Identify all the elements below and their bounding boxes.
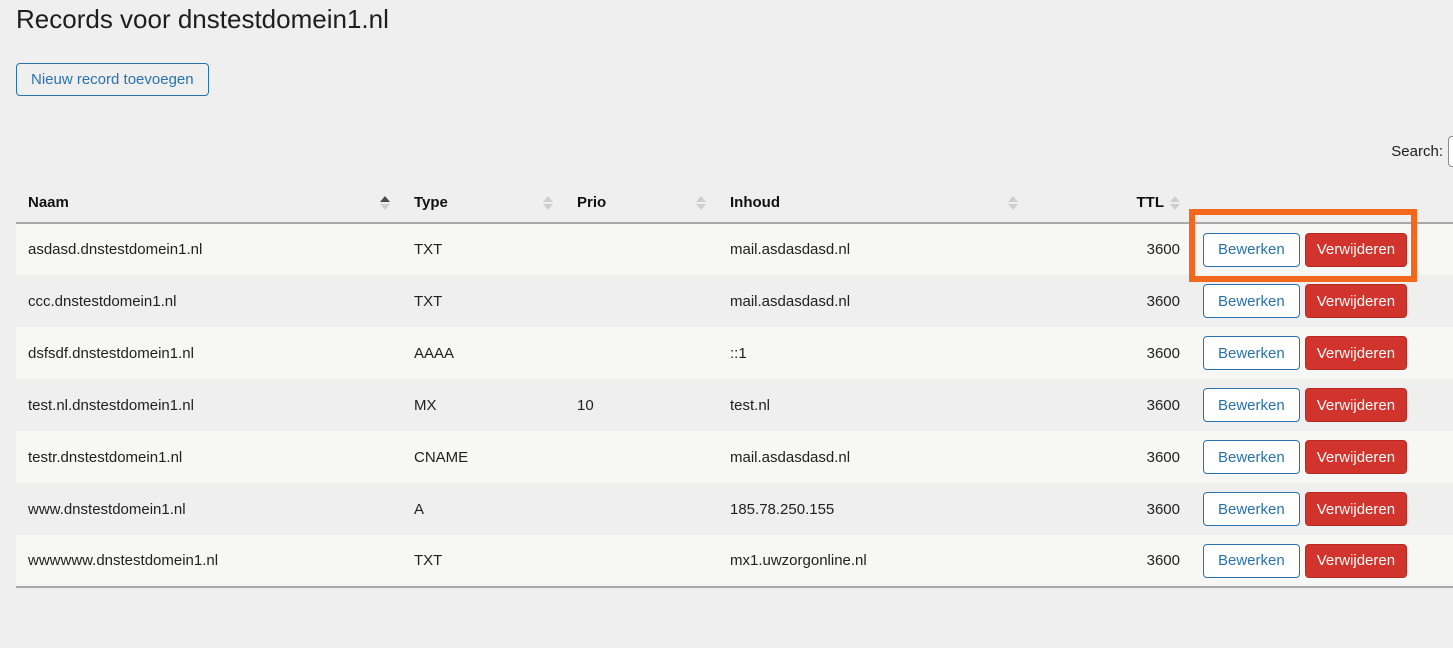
edit-button[interactable]: Bewerken bbox=[1203, 544, 1300, 578]
edit-button[interactable]: Bewerken bbox=[1203, 336, 1300, 370]
cell-ttl: 3600 bbox=[1030, 379, 1185, 431]
cell-inhoud: mail.asdasdasd.nl bbox=[718, 431, 1030, 483]
edit-button[interactable]: Bewerken bbox=[1203, 492, 1300, 526]
delete-button[interactable]: Verwijderen bbox=[1305, 544, 1407, 578]
page-title: Records voor dnstestdomein1.nl bbox=[16, 4, 389, 35]
cell-inhoud: test.nl bbox=[718, 379, 1030, 431]
table-row: test.nl.dnstestdomein1.nlMX10test.nl3600… bbox=[16, 379, 1453, 431]
cell-ttl: 3600 bbox=[1030, 431, 1185, 483]
column-label-type: Type bbox=[414, 194, 448, 211]
column-header-prio[interactable]: Prio bbox=[565, 183, 718, 223]
cell-prio bbox=[565, 535, 718, 587]
cell-actions: BewerkenVerwijderen bbox=[1185, 223, 1453, 275]
edit-button[interactable]: Bewerken bbox=[1203, 440, 1300, 474]
cell-actions: BewerkenVerwijderen bbox=[1185, 535, 1453, 587]
column-header-type[interactable]: Type bbox=[402, 183, 565, 223]
sort-icon bbox=[696, 196, 706, 210]
cell-naam: wwwwww.dnstestdomein1.nl bbox=[16, 535, 402, 587]
edit-button[interactable]: Bewerken bbox=[1203, 233, 1300, 267]
search-label: Search: bbox=[1386, 143, 1443, 160]
cell-actions: BewerkenVerwijderen bbox=[1185, 483, 1453, 535]
table-row: dsfsdf.dnstestdomein1.nlAAAA::13600Bewer… bbox=[16, 327, 1453, 379]
column-header-naam[interactable]: Naam bbox=[16, 183, 402, 223]
edit-button[interactable]: Bewerken bbox=[1203, 388, 1300, 422]
delete-button[interactable]: Verwijderen bbox=[1305, 233, 1407, 267]
cell-inhoud: mx1.uwzorgonline.nl bbox=[718, 535, 1030, 587]
cell-naam: ccc.dnstestdomein1.nl bbox=[16, 275, 402, 327]
table-row: ccc.dnstestdomein1.nlTXT mail.asdasdasd.n… bbox=[16, 275, 1453, 327]
cell-naam: asdasd.dnstestdomein1.nl bbox=[16, 223, 402, 275]
search-input[interactable] bbox=[1448, 136, 1453, 167]
cell-inhoud: 185.78.250.155 bbox=[718, 483, 1030, 535]
edit-button[interactable]: Bewerken bbox=[1203, 284, 1300, 318]
delete-button[interactable]: Verwijderen bbox=[1305, 284, 1407, 318]
cell-type: TXT bbox=[402, 535, 565, 587]
cell-ttl: 3600 bbox=[1030, 535, 1185, 587]
cell-ttl: 3600 bbox=[1030, 275, 1185, 327]
sort-icon bbox=[1170, 196, 1180, 210]
cell-actions: BewerkenVerwijderen bbox=[1185, 327, 1453, 379]
table-row: www.dnstestdomein1.nlA 185.78.250.1553600… bbox=[16, 483, 1453, 535]
cell-prio bbox=[565, 223, 718, 275]
cell-prio: 10 bbox=[565, 379, 718, 431]
cell-ttl: 3600 bbox=[1030, 483, 1185, 535]
cell-naam: testr.dnstestdomein1.nl bbox=[16, 431, 402, 483]
table-row: testr.dnstestdomein1.nlCNAME mail.asdasda… bbox=[16, 431, 1453, 483]
delete-button[interactable]: Verwijderen bbox=[1305, 440, 1407, 474]
table-row: wwwwww.dnstestdomein1.nlTXT mx1.uwzorgonl… bbox=[16, 535, 1453, 587]
cell-inhoud: mail.asdasdasd.nl bbox=[718, 223, 1030, 275]
sort-icon bbox=[543, 196, 553, 210]
delete-button[interactable]: Verwijderen bbox=[1305, 492, 1407, 526]
sort-icon bbox=[380, 196, 390, 210]
cell-type: TXT bbox=[402, 275, 565, 327]
cell-prio bbox=[565, 431, 718, 483]
cell-ttl: 3600 bbox=[1030, 223, 1185, 275]
records-table: Naam Type Prio Inhoud TTL asdasd.dnstestdome… bbox=[16, 183, 1453, 588]
cell-naam: www.dnstestdomein1.nl bbox=[16, 483, 402, 535]
cell-type: TXT bbox=[402, 223, 565, 275]
cell-prio bbox=[565, 327, 718, 379]
records-page: Records voor dnstestdomein1.nl Nieuw rec… bbox=[0, 0, 1453, 648]
column-header-ttl[interactable]: TTL bbox=[1030, 183, 1185, 223]
column-label-naam: Naam bbox=[28, 194, 69, 211]
delete-button[interactable]: Verwijderen bbox=[1305, 388, 1407, 422]
cell-type: A bbox=[402, 483, 565, 535]
cell-actions: BewerkenVerwijderen bbox=[1185, 275, 1453, 327]
cell-naam: test.nl.dnstestdomein1.nl bbox=[16, 379, 402, 431]
table-head: Naam Type Prio Inhoud TTL bbox=[16, 183, 1453, 223]
column-label-inhoud: Inhoud bbox=[730, 194, 780, 211]
delete-button[interactable]: Verwijderen bbox=[1305, 336, 1407, 370]
add-record-button[interactable]: Nieuw record toevoegen bbox=[16, 63, 209, 96]
cell-prio bbox=[565, 483, 718, 535]
cell-type: AAAA bbox=[402, 327, 565, 379]
column-header-inhoud[interactable]: Inhoud bbox=[718, 183, 1030, 223]
table-header-row: Naam Type Prio Inhoud TTL bbox=[16, 183, 1453, 223]
table-body: asdasd.dnstestdomein1.nlTXTmail.asdasdas… bbox=[16, 223, 1453, 587]
cell-type: CNAME bbox=[402, 431, 565, 483]
column-label-prio: Prio bbox=[577, 194, 606, 211]
cell-naam: dsfsdf.dnstestdomein1.nl bbox=[16, 327, 402, 379]
cell-actions: BewerkenVerwijderen bbox=[1185, 379, 1453, 431]
cell-actions: BewerkenVerwijderen bbox=[1185, 431, 1453, 483]
column-header-actions bbox=[1185, 183, 1453, 223]
search-area: Search: bbox=[1386, 136, 1453, 167]
table-row: asdasd.dnstestdomein1.nlTXT mail.asdasdas… bbox=[16, 223, 1453, 275]
cell-inhoud: ::1 bbox=[718, 327, 1030, 379]
sort-icon bbox=[1008, 196, 1018, 210]
cell-inhoud: mail.asdasdasd.nl bbox=[718, 275, 1030, 327]
column-label-ttl: TTL bbox=[1137, 194, 1165, 211]
cell-prio bbox=[565, 275, 718, 327]
cell-ttl: 3600 bbox=[1030, 327, 1185, 379]
cell-type: MX bbox=[402, 379, 565, 431]
